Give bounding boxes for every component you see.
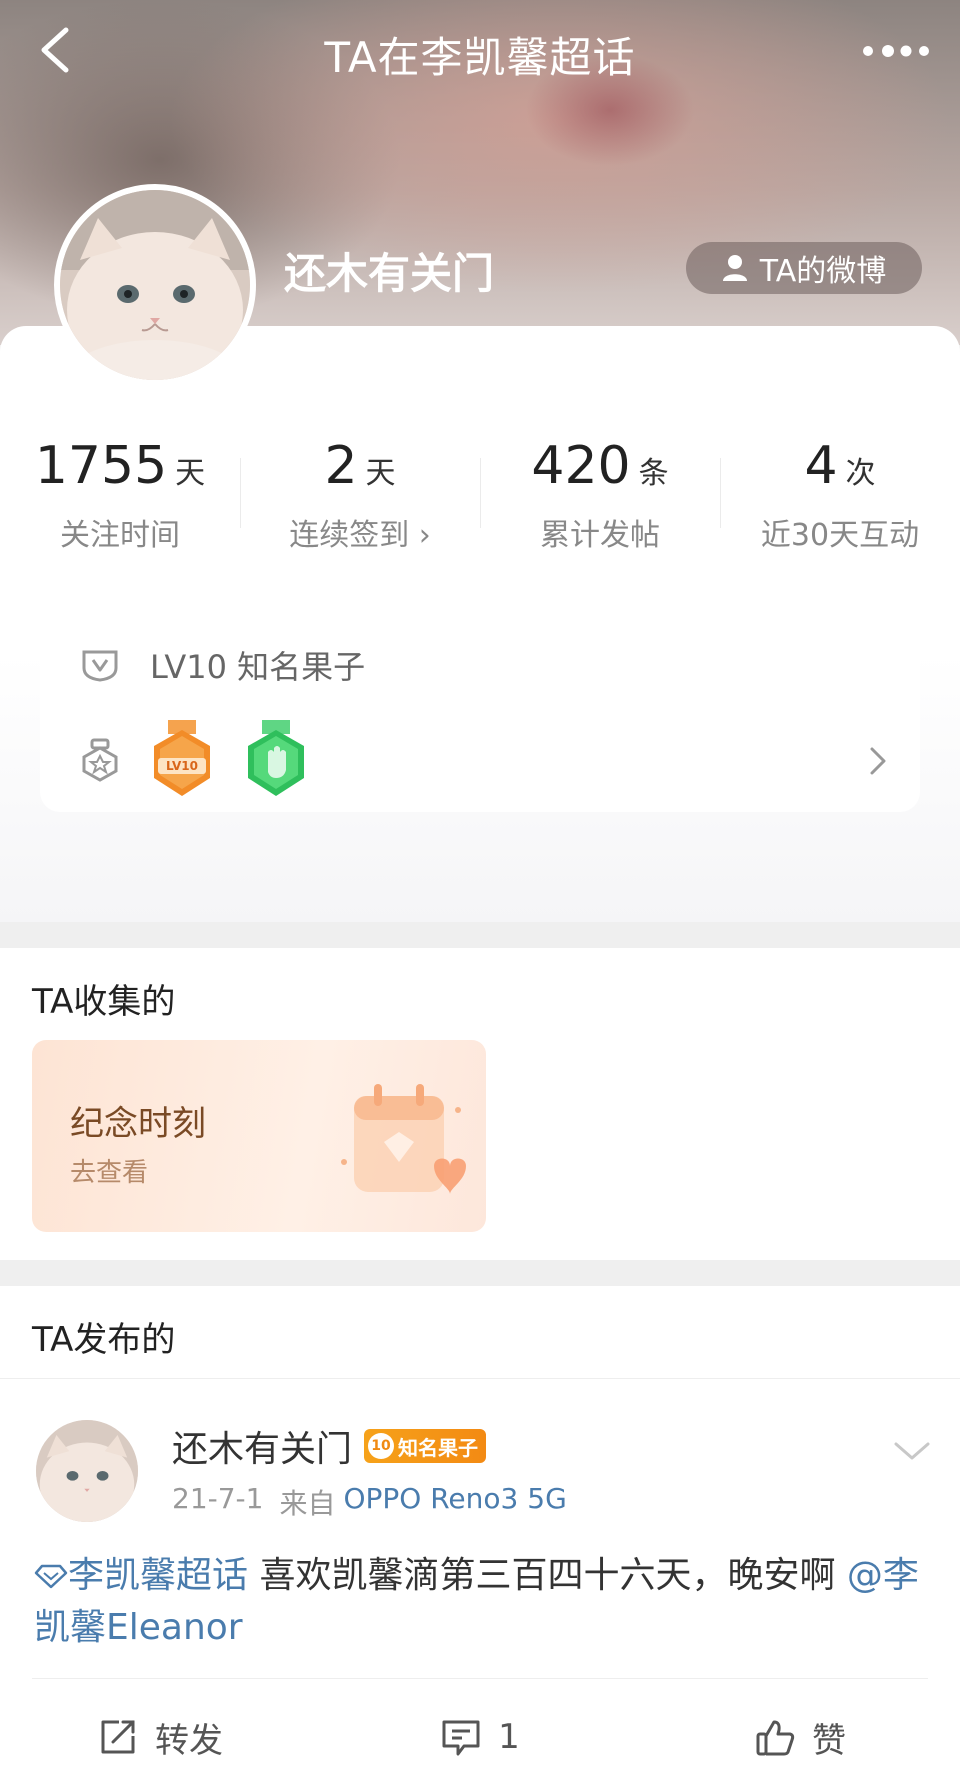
comment-button[interactable]: 1 xyxy=(320,1692,640,1782)
ta-weibo-label: TA的微博 xyxy=(759,254,887,289)
cat-avatar-image xyxy=(60,190,250,380)
post-author-name[interactable]: 还木有关门 xyxy=(172,1420,352,1472)
stat-value: 2 xyxy=(324,436,358,496)
fan-level-badge: 10 知名果子 xyxy=(364,1429,487,1463)
stats-row: 1755 天 关注时间 2 天 连续签到 › 420 条 累计发帖 4 次 近3… xyxy=(0,436,960,556)
stat-unit: 条 xyxy=(638,456,669,491)
collected-title: TA收集的 xyxy=(32,982,176,1022)
post-meta: 21-7-1 来自 OPPO Reno3 5G xyxy=(172,1482,567,1522)
stat-follow-time: 1755 天 关注时间 xyxy=(0,436,240,556)
stat-value: 420 xyxy=(531,436,631,496)
comment-icon xyxy=(442,1720,480,1756)
stat-unit: 天 xyxy=(175,456,206,491)
ta-weibo-button[interactable]: TA的微博 xyxy=(686,242,922,294)
fan-level-number: 10 xyxy=(368,1433,395,1459)
post-source: OPPO Reno3 5G xyxy=(343,1482,567,1515)
stat-label: 累计发帖 xyxy=(540,518,660,553)
repost-icon xyxy=(101,1720,135,1754)
divider xyxy=(0,1378,960,1379)
post-options-button[interactable] xyxy=(892,1436,932,1466)
level-text: LV10 知名果子 xyxy=(150,648,366,686)
like-button[interactable]: 赞 xyxy=(640,1692,960,1782)
user-icon xyxy=(722,255,747,281)
nav-bar: TA在李凯馨超话 xyxy=(0,0,960,100)
chevron-down-icon xyxy=(894,1442,930,1460)
posts-section: TA发布的 还木有关门 10 知名果子 21-7-1 来自 OPPO Reno3… xyxy=(0,1286,960,1783)
post-source-prefix: 来自 xyxy=(279,1487,336,1520)
stat-label: 关注时间 xyxy=(60,518,180,553)
stat-label: 连续签到 › xyxy=(289,518,431,553)
hand-badge-icon xyxy=(248,720,304,796)
post-body: 李凯馨超话 喜欢凯馨滴第三百四十六天，晚安啊 @李凯馨Eleanor xyxy=(34,1550,924,1654)
level-shield-icon xyxy=(82,650,118,682)
badges-row[interactable]: LV10 xyxy=(80,720,890,800)
more-button[interactable] xyxy=(858,36,930,66)
stat-unit: 次 xyxy=(845,456,876,491)
topic-link[interactable]: 李凯馨超话 xyxy=(34,1555,248,1596)
stat-label: 近30天互动 xyxy=(760,518,920,553)
medal-icon xyxy=(82,738,118,782)
divider xyxy=(32,1678,928,1679)
stat-value: 4 xyxy=(804,436,838,496)
cat-avatar-image xyxy=(36,1420,138,1522)
stat-interactions: 4 次 近30天互动 xyxy=(720,436,960,556)
more-dots-icon xyxy=(863,45,929,57)
post-text: 喜欢凯馨滴第三百四十六天，晚安啊 xyxy=(248,1555,847,1596)
fan-level-title: 知名果子 xyxy=(398,1435,479,1460)
stat-unit: 天 xyxy=(365,456,396,491)
post-date: 21-7-1 xyxy=(172,1482,264,1515)
avatar[interactable] xyxy=(54,184,256,386)
stat-total-posts: 420 条 累计发帖 xyxy=(480,436,720,556)
stat-checkin-streak[interactable]: 2 天 连续签到 › xyxy=(240,436,480,556)
thumbs-up-icon xyxy=(756,1720,795,1756)
like-label: 赞 xyxy=(812,1720,846,1761)
post-avatar[interactable] xyxy=(36,1420,138,1522)
memory-card-title: 纪念时刻 xyxy=(70,1104,206,1144)
page-title: TA在李凯馨超话 xyxy=(324,33,636,82)
level-row: LV10 知名果子 xyxy=(80,642,365,688)
repost-button[interactable]: 转发 xyxy=(0,1692,320,1782)
collected-section: TA收集的 纪念时刻 去查看 xyxy=(0,948,960,1260)
posts-title: TA发布的 xyxy=(32,1320,176,1360)
lv10-badge-icon: LV10 xyxy=(154,720,210,796)
topic-label: 李凯馨超话 xyxy=(68,1555,249,1596)
topic-diamond-icon xyxy=(34,1564,68,1589)
memory-card[interactable]: 纪念时刻 去查看 xyxy=(32,1040,486,1232)
post-actions: 转发 1 赞 xyxy=(0,1692,960,1782)
memory-card-link: 去查看 xyxy=(70,1158,149,1188)
repost-label: 转发 xyxy=(155,1720,223,1761)
chevron-right-icon xyxy=(870,747,886,775)
profile-name: 还木有关门 xyxy=(284,249,495,298)
lv10-badge-label: LV10 xyxy=(166,759,198,773)
comment-count: 1 xyxy=(498,1717,520,1757)
profile-card: 1755 天 关注时间 2 天 连续签到 › 420 条 累计发帖 4 次 近3… xyxy=(0,326,960,922)
post-author-row: 还木有关门 10 知名果子 xyxy=(172,1420,487,1472)
level-box: LV10 知名果子 LV10 xyxy=(40,608,920,812)
stat-value: 1755 xyxy=(34,436,168,496)
calendar-heart-icon xyxy=(341,1084,466,1194)
